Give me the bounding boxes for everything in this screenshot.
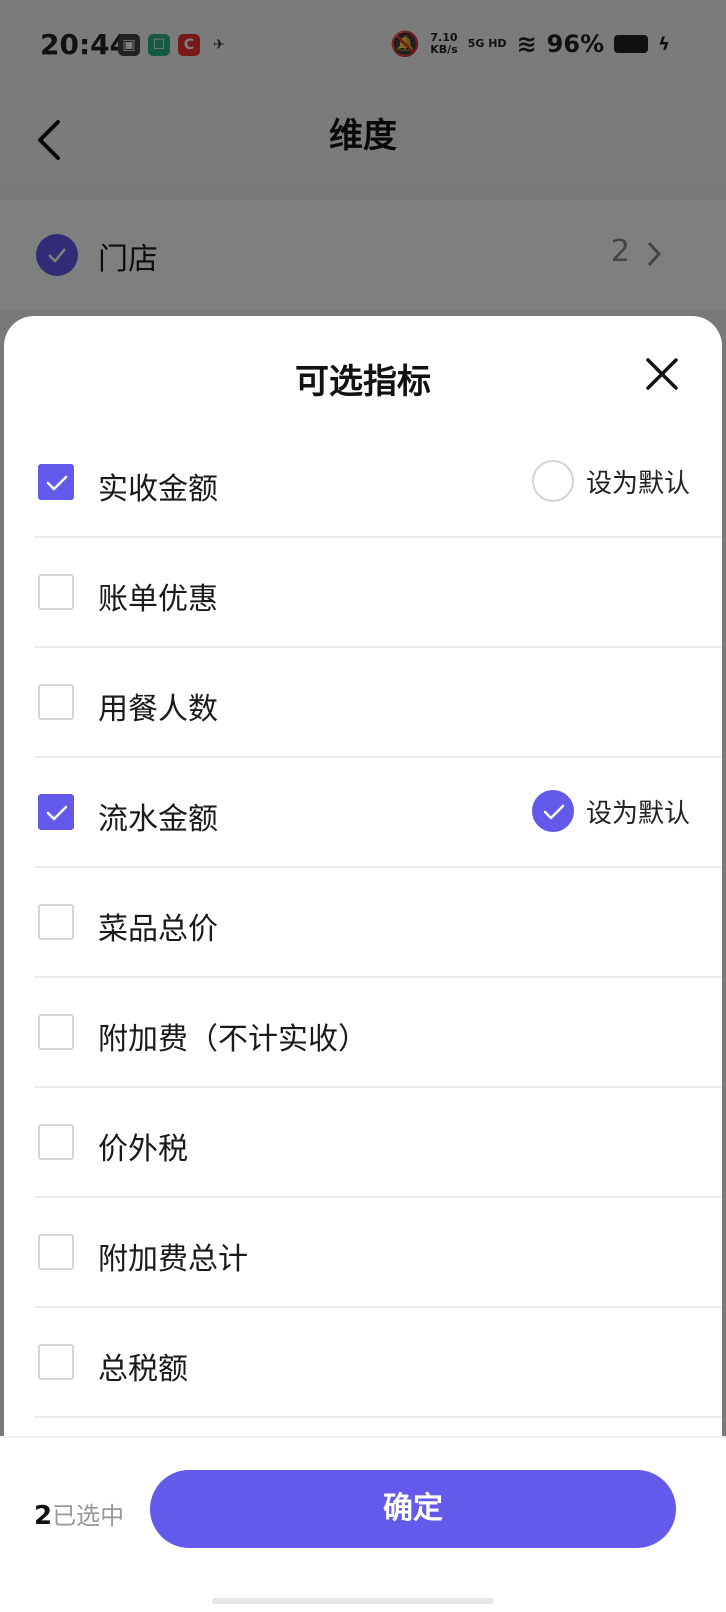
metric-label: 账单优惠 [98,582,218,617]
metric-row[interactable]: 用餐人数 [34,648,722,758]
metric-row[interactable]: 菜品总价 [34,868,722,978]
set-default-label: 设为默认 [585,798,690,829]
sheet-footer: 2已选中 确定 [0,1436,726,1612]
metric-row[interactable]: 价外税 [34,1088,722,1198]
set-default-label: 设为默认 [585,468,690,499]
close-icon[interactable] [642,354,682,394]
metrics-bottom-sheet: 可选指标 实收金额 设为默认 账单优惠 用餐人数 流水金额 设为默认 菜品总价 附加费（不计实… [4,316,722,1612]
metric-label: 菜品总价 [98,912,218,947]
checkbox[interactable] [38,1344,74,1380]
metric-label: 附加费（不计实收） [98,1022,368,1057]
selected-label: 已选中 [52,1502,125,1530]
metric-row[interactable]: 附加费总计 [34,1198,722,1308]
metric-label: 价外税 [98,1132,188,1167]
metric-row[interactable]: 总税额 [34,1308,722,1418]
selected-count: 2 [34,1501,53,1531]
selected-info: 2已选中 [34,1496,124,1531]
checkbox-checked[interactable] [38,794,74,830]
checkbox[interactable] [38,904,74,940]
sheet-title: 可选指标 [295,362,431,402]
set-default-toggle[interactable]: 设为默认 [531,790,690,832]
checkbox[interactable] [38,574,74,610]
metric-row[interactable]: 账单优惠 [34,538,722,648]
metric-row[interactable]: 附加费（不计实收） [34,978,722,1088]
checkbox[interactable] [38,1014,74,1050]
metric-row[interactable]: 实收金额 设为默认 [34,428,722,538]
confirm-button[interactable]: 确定 [150,1470,676,1548]
checkbox[interactable] [38,684,74,720]
checkbox[interactable] [38,1234,74,1270]
metric-list: 实收金额 设为默认 账单优惠 用餐人数 流水金额 设为默认 菜品总价 附加费（不计实收） 价外税… [34,428,722,1418]
checkbox[interactable] [38,1124,74,1160]
home-indicator [212,1598,494,1604]
metric-label: 实收金额 [98,472,218,507]
metric-label: 附加费总计 [98,1242,248,1277]
metric-row[interactable]: 流水金额 设为默认 [34,758,722,868]
set-default-toggle[interactable]: 设为默认 [531,460,690,502]
metric-label: 用餐人数 [98,692,218,727]
radio-checked-icon[interactable] [531,790,574,832]
metric-label: 总税额 [98,1352,188,1387]
radio-icon[interactable] [531,460,574,502]
metric-label: 流水金额 [98,802,218,837]
checkbox-checked[interactable] [38,464,74,500]
